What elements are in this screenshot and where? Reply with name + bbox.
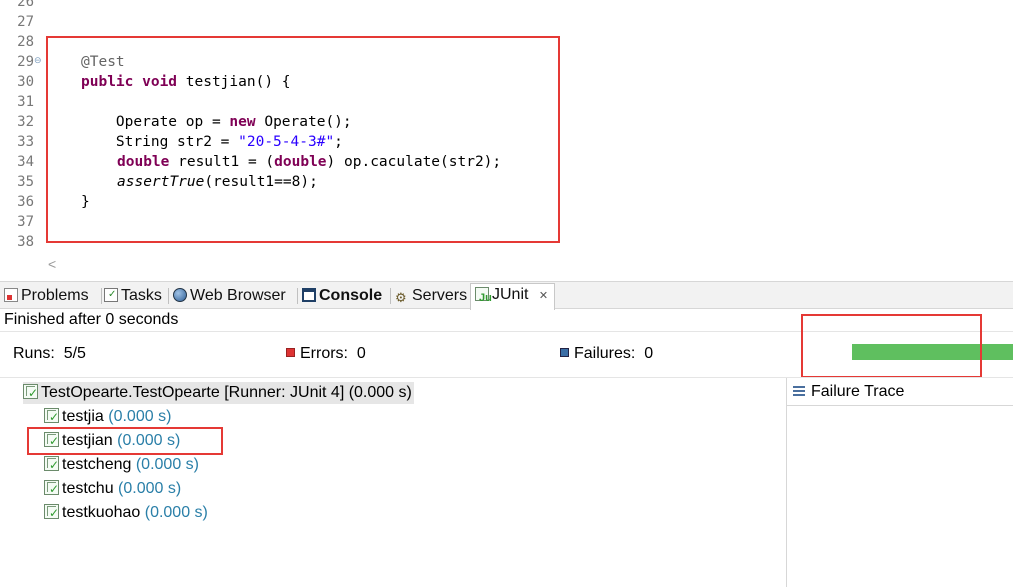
junit-icon: Ju: [475, 287, 492, 304]
code-editor[interactable]: 26 27 28 29 ⊖ 30 31 32 33 34 35 36 37 38…: [0, 0, 1013, 258]
failure-trace-header: Failure Trace: [787, 378, 1013, 406]
test-tree[interactable]: TestOpearte.TestOpearte [Runner: JUnit 4…: [0, 378, 786, 587]
tab-console[interactable]: Console: [302, 285, 382, 307]
close-icon[interactable]: ✕: [539, 290, 548, 302]
tab-junit[interactable]: Ju JUnit ✕: [470, 283, 556, 310]
errors-value: 0: [356, 345, 366, 362]
test-case-node[interactable]: testchu (0.000 s): [44, 478, 181, 500]
line-number: 32: [17, 114, 34, 130]
errors-label: Errors:: [300, 345, 348, 362]
scroll-left-icon[interactable]: <: [48, 256, 56, 272]
highlight-box-code: [46, 36, 560, 243]
tab-label: Servers: [412, 287, 468, 304]
test-pass-icon: [44, 502, 59, 524]
junit-status-text: Finished after 0 seconds: [4, 311, 179, 328]
failure-trace-panel: Failure Trace: [786, 378, 1013, 587]
view-tab-bar: Problems ✓ Tasks Web Browser Console ⚙ Ser…: [0, 281, 1013, 310]
line-number: 37: [17, 214, 34, 230]
line-number: 26: [17, 0, 34, 10]
test-suite-label: TestOpearte.TestOpearte [Runner: JUnit 4…: [41, 384, 412, 401]
runs-value: 5/5: [63, 345, 86, 362]
failures-label: Failures:: [574, 345, 636, 362]
tab-separator: [390, 288, 391, 304]
tab-web-browser[interactable]: Web Browser: [173, 285, 286, 307]
runs-label: Runs:: [13, 345, 55, 362]
tab-problems[interactable]: Problems: [4, 285, 89, 307]
line-number: 31: [17, 94, 34, 110]
failure-trace-label: Failure Trace: [811, 383, 905, 400]
errors-counter: Errors: 0: [286, 345, 366, 363]
test-suite-node[interactable]: TestOpearte.TestOpearte [Runner: JUnit 4…: [23, 382, 414, 404]
test-time: (0.000 s): [118, 480, 182, 497]
tab-separator: [101, 288, 102, 304]
test-pass-icon: [44, 406, 59, 428]
failures-value: 0: [644, 345, 654, 362]
tasks-icon: ✓: [104, 288, 118, 302]
tab-label: Web Browser: [190, 287, 286, 304]
runs-counter: Runs: 5/5: [13, 345, 86, 363]
line-number: 28: [17, 34, 34, 50]
horizontal-scrollbar[interactable]: <: [34, 256, 1013, 276]
tab-separator: [168, 288, 169, 304]
line-number: 38: [17, 234, 34, 250]
test-case-node[interactable]: testkuohao (0.000 s): [44, 502, 208, 524]
line-number: 35: [17, 174, 34, 190]
failure-trace-icon: [793, 386, 805, 396]
line-number: 33: [17, 134, 34, 150]
test-pass-icon: [44, 454, 59, 476]
test-suite-icon: [23, 382, 38, 404]
test-pass-icon: [44, 478, 59, 500]
tab-servers[interactable]: ⚙ Servers: [395, 285, 467, 307]
test-time: (0.000 s): [144, 504, 208, 521]
servers-icon: ⚙: [395, 290, 407, 305]
failure-icon: [560, 348, 569, 357]
line-number: 27: [17, 14, 34, 30]
tab-label: Problems: [21, 287, 89, 304]
error-icon: [286, 348, 295, 357]
highlight-box-test: [27, 427, 223, 455]
test-name: testchu: [62, 480, 114, 497]
tab-tasks[interactable]: ✓ Tasks: [104, 285, 162, 307]
test-time: (0.000 s): [108, 408, 172, 425]
test-name: testkuohao: [62, 504, 141, 521]
line-number-gutter: 26 27 28 29 ⊖ 30 31 32 33 34 35 36 37 38: [0, 0, 44, 258]
tab-label: Tasks: [121, 287, 162, 304]
test-case-node[interactable]: testjia (0.000 s): [44, 406, 171, 428]
test-name: testcheng: [62, 456, 132, 473]
console-icon: [302, 288, 316, 302]
test-time: (0.000 s): [135, 456, 199, 473]
tab-separator: [297, 288, 298, 304]
tab-label: JUnit: [492, 286, 529, 303]
line-number: 36: [17, 194, 34, 210]
line-number: 29: [17, 54, 34, 70]
fold-collapse-icon[interactable]: ⊖: [34, 50, 44, 70]
line-number: 34: [17, 154, 34, 170]
highlight-box-progress: [801, 314, 982, 378]
tab-label: Console: [319, 287, 383, 304]
test-case-node[interactable]: testcheng (0.000 s): [44, 454, 199, 476]
failures-counter: Failures: 0: [560, 345, 653, 363]
line-number: 30: [17, 74, 34, 90]
globe-icon: [173, 288, 187, 302]
problems-icon: [4, 288, 18, 302]
test-name: testjia: [62, 408, 104, 425]
